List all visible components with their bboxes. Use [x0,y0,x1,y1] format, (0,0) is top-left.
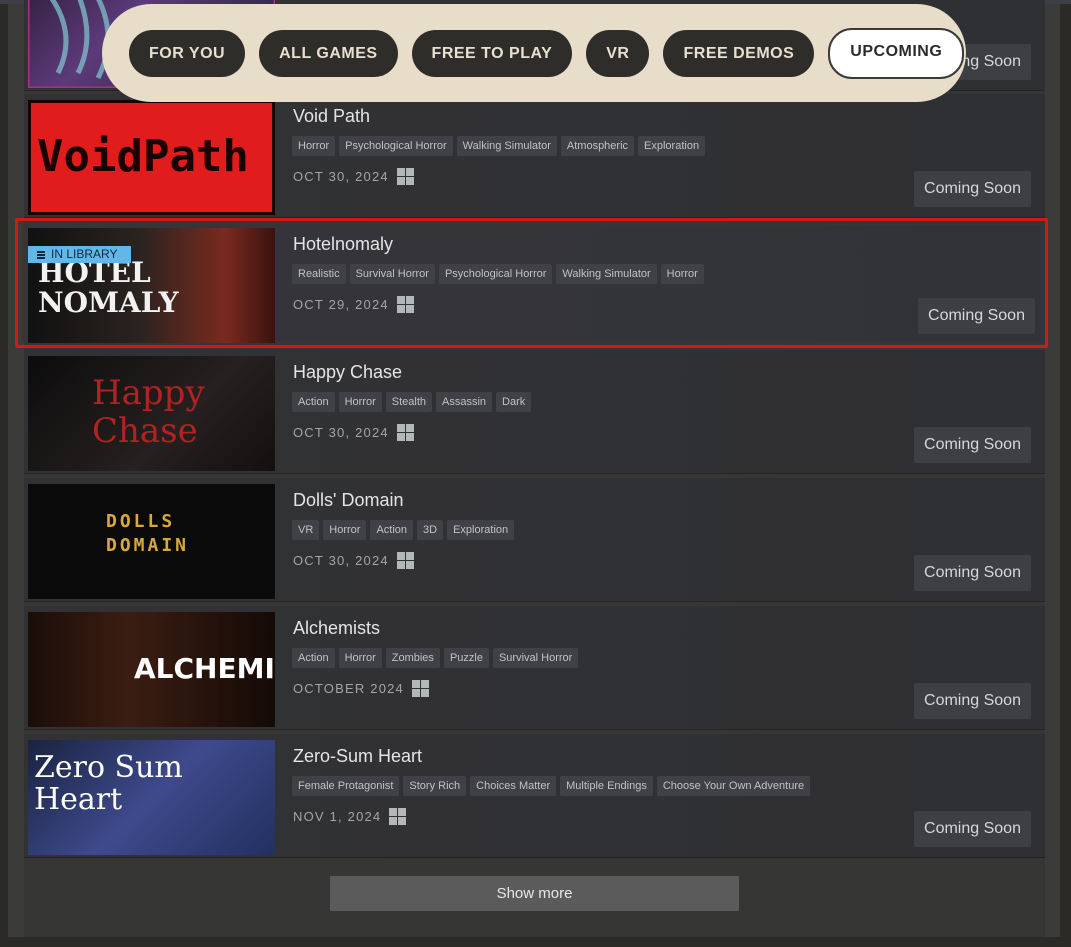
game-tag[interactable]: Story Rich [403,776,467,796]
game-tag[interactable]: Female Protagonist [292,776,400,796]
release-date: OCT 30, 2024 [293,168,414,185]
game-row[interactable]: Zero Sum Heart Zero-Sum Heart Female Prota… [24,734,1045,858]
game-thumbnail[interactable]: Zero Sum Heart [28,740,275,855]
tab-vr[interactable]: VR [586,29,650,77]
thumbnail-art-text: HOTEL NOMALY [38,256,179,319]
game-row[interactable]: ALCHEMISTS Alchemists ActionHorrorZombiesP… [24,606,1045,730]
release-date: OCTOBER 2024 [293,680,429,697]
windows-icon [396,296,414,313]
game-tag[interactable]: 3D [417,520,444,540]
coming-soon-button[interactable]: Coming Soon [914,811,1031,847]
game-tag[interactable]: Horror [660,264,704,284]
windows-icon [396,424,414,441]
game-tag[interactable]: Realistic [292,264,346,284]
release-date: OCT 30, 2024 [293,552,414,569]
release-date-text: OCT 30, 2024 [293,553,389,568]
game-thumbnail[interactable]: ALCHEMISTS [28,612,275,727]
game-tag[interactable]: Psychological Horror [438,264,553,284]
coming-soon-button[interactable]: Coming Soon [918,298,1035,334]
tag-list: Female Protagonist Story Rich Choices Matt… [292,776,811,796]
game-tag[interactable]: Walking Simulator [456,136,557,156]
game-tag[interactable]: Exploration [638,136,706,156]
game-title[interactable]: Dolls' Domain [293,490,403,511]
game-tag[interactable]: Survival Horror [492,648,579,668]
release-date: OCT 29, 2024 [293,296,414,313]
game-tag[interactable]: Stealth [385,392,432,412]
game-tag[interactable]: Atmospheric [560,136,635,156]
game-tag[interactable]: Action [292,392,335,412]
show-more-button[interactable]: Show more [330,876,739,911]
tag-list: VR Horror Action 3D Exploration [292,520,515,540]
game-tag[interactable]: Assassin [436,392,493,412]
windows-icon [396,168,414,185]
release-date-text: OCT 30, 2024 [293,425,389,440]
game-tag[interactable]: Multiple Endings [560,776,653,796]
game-tag[interactable]: Psychological Horror [339,136,453,156]
game-tag[interactable]: Choose Your Own Adventure [656,776,811,796]
game-tag[interactable]: Walking Simulator [556,264,657,284]
thumbnail-art-text: VoidPath [37,131,249,182]
thumbnail-art-text: ALCHEMISTS [134,652,275,685]
coming-soon-button[interactable]: Coming Soon [914,683,1031,719]
release-date-text: OCT 30, 2024 [293,169,389,184]
game-tag[interactable]: Dark [496,392,532,412]
game-tag[interactable]: Horror [323,520,367,540]
game-thumbnail[interactable]: DOLLS DOMAIN [28,484,275,599]
thumbnail-art-text: Zero Sum Heart [34,750,183,817]
game-tag[interactable]: Horror [338,392,382,412]
coming-soon-button[interactable]: Coming Soon [914,171,1031,207]
badge-label: IN LIBRARY [51,247,118,261]
game-tag[interactable]: Action [292,648,335,668]
tab-free-demos[interactable]: FREE DEMOS [663,29,815,77]
thumbnail-art-text: Happy Chase [92,373,205,451]
in-library-badge: IN LIBRARY [28,246,132,263]
game-tag[interactable]: Exploration [447,520,515,540]
game-tag[interactable]: VR [292,520,320,540]
game-thumbnail[interactable]: HOTEL NOMALY IN LIBRARY [28,228,275,343]
windows-icon [389,808,407,825]
game-tag[interactable]: Horror [338,648,382,668]
game-row[interactable]: VoidPath Void Path Horror Psychological Hor… [24,94,1045,218]
category-nav: FOR YOU ALL GAMES FREE TO PLAY VR FREE D… [102,4,966,102]
tag-list: Action Horror Stealth Assassin Dark [292,392,532,412]
library-list-icon [37,250,45,259]
game-tag[interactable]: Zombies [385,648,440,668]
thumbnail-art-text: DOLLS DOMAIN [106,511,190,556]
tab-upcoming[interactable]: UPCOMING [828,27,965,79]
release-date-text: OCT 29, 2024 [293,297,389,312]
windows-icon [396,552,414,569]
release-date: OCT 30, 2024 [293,424,414,441]
game-tag[interactable]: Choices Matter [470,776,557,796]
game-tag[interactable]: Action [370,520,414,540]
game-row[interactable]: DOLLS DOMAIN Dolls' Domain VR Horror Action 3… [24,478,1045,602]
game-tag[interactable]: Horror [292,136,336,156]
game-title[interactable]: Void Path [293,106,370,127]
release-date-text: NOV 1, 2024 [293,809,382,824]
windows-icon [411,680,429,697]
release-date-text: OCTOBER 2024 [293,681,404,696]
tab-free-to-play[interactable]: FREE TO PLAY [411,29,573,77]
game-title[interactable]: Zero-Sum Heart [293,746,422,767]
game-tag[interactable]: Puzzle [443,648,489,668]
game-title[interactable]: Hotelnomaly [293,234,393,255]
game-row[interactable]: HOTEL NOMALY IN LIBRARY Hotelnomaly Realist… [28,226,1041,344]
game-title[interactable]: Happy Chase [293,362,402,383]
game-tag[interactable]: Survival Horror [349,264,435,284]
release-date: NOV 1, 2024 [293,808,407,825]
coming-soon-button[interactable]: Coming Soon [914,427,1031,463]
tag-list: Horror Psychological Horror Walking Simula… [292,136,706,156]
coming-soon-button[interactable]: Coming Soon [914,555,1031,591]
game-row[interactable]: Happy Chase Happy Chase Action Horror Stealt… [24,350,1045,474]
tag-list: Action Horror Zombies Puzzle Survival Horror [292,648,579,668]
tab-all-games[interactable]: ALL GAMES [259,29,398,77]
tag-list: Realistic Survival Horror Psychological Ho… [292,264,704,284]
game-title[interactable]: Alchemists [293,618,380,639]
tab-for-you[interactable]: FOR YOU [129,29,246,77]
game-thumbnail[interactable]: VoidPath [28,100,275,215]
game-thumbnail[interactable]: Happy Chase [28,356,275,471]
